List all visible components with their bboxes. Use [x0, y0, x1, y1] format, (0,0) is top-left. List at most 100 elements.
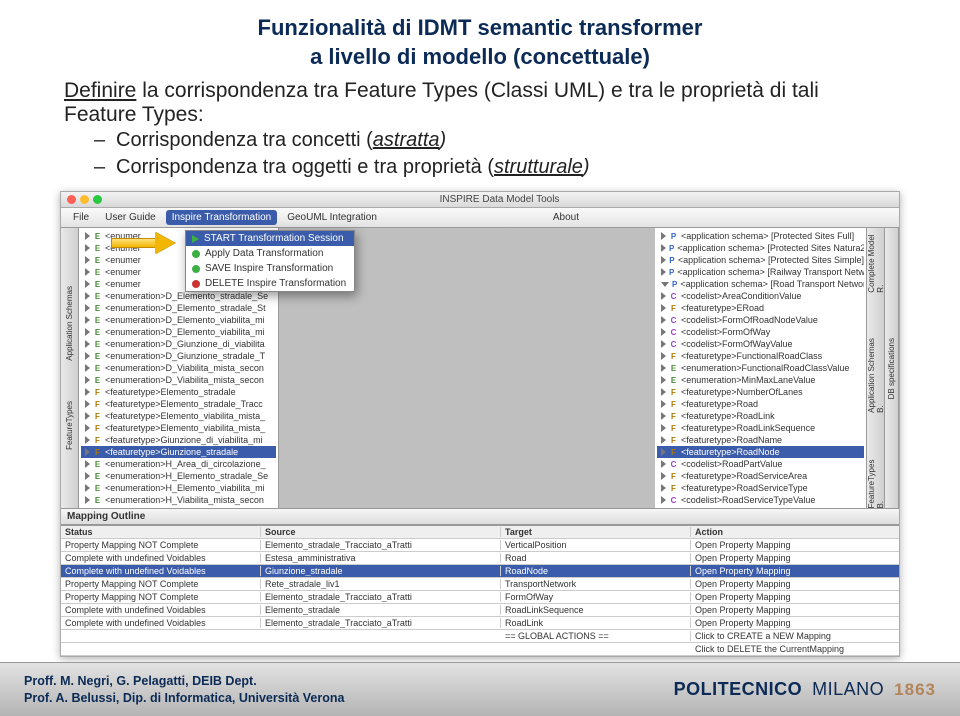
tree-row[interactable]: E<enumeration>D_Elemento_viabilita_mi — [81, 326, 276, 338]
tree-row[interactable]: F<featuretype>FunctionalRoadClass — [657, 350, 864, 362]
tree-row[interactable]: P<application schema> [Protected Sites N… — [657, 242, 864, 254]
tree-row[interactable]: F<featuretype>Elemento_stradale — [81, 386, 276, 398]
dd-start-session[interactable]: START Transformation Session — [186, 231, 354, 246]
tree-row[interactable]: E<enumeration>H_Viabilita_mista_secon — [81, 494, 276, 506]
expand-icon[interactable] — [85, 376, 90, 384]
tree-row[interactable]: E<enumeration>D_Giunzione_stradale_T — [81, 350, 276, 362]
tree-row[interactable]: C<codelist>FormOfRoadNodeValue — [657, 314, 864, 326]
tree-row[interactable]: E<enumeration>D_Giunzione_di_viabilita — [81, 338, 276, 350]
expand-icon[interactable] — [661, 364, 666, 372]
expand-icon[interactable] — [85, 472, 90, 480]
expand-icon[interactable] — [661, 484, 666, 492]
tree-row[interactable]: F<featuretype>Elemento_stradale_Tracc — [81, 398, 276, 410]
tree-row[interactable]: E<enumeration>D_Viabilita_mista_secon — [81, 362, 276, 374]
dd-delete[interactable]: DELETE Inspire Transformation — [186, 276, 354, 291]
tree-row[interactable]: E<enumeration>D_Viabilita_mista_secon — [81, 374, 276, 386]
table-row[interactable]: Complete with undefined VoidablesGiunzio… — [61, 565, 899, 578]
expand-icon[interactable] — [85, 496, 90, 504]
expand-icon[interactable] — [661, 472, 666, 480]
expand-icon[interactable] — [85, 280, 90, 288]
expand-icon[interactable] — [661, 316, 666, 324]
table-row[interactable]: Property Mapping NOT CompleteElemento_st… — [61, 539, 899, 552]
expand-icon[interactable] — [85, 328, 90, 336]
table-row[interactable]: Property Mapping NOT CompleteElemento_st… — [61, 591, 899, 604]
expand-icon[interactable] — [661, 496, 666, 504]
tree-row[interactable]: P<application schema> [Railway Transport… — [657, 266, 864, 278]
tree-row[interactable]: F<featuretype>Elemento_viabilita_mista_ — [81, 410, 276, 422]
minimize-icon[interactable] — [80, 195, 89, 204]
tree-row[interactable]: C<codelist>RoadPartValue — [657, 458, 864, 470]
expand-icon[interactable] — [85, 400, 90, 408]
expand-icon[interactable] — [85, 268, 90, 276]
tree-row[interactable]: F<featuretype>RoadNode — [657, 446, 864, 458]
expand-icon[interactable] — [661, 448, 666, 456]
tree-row[interactable]: E<enumeration>FunctionalRoadClassValue — [657, 362, 864, 374]
expand-icon[interactable] — [661, 436, 666, 444]
dd-apply[interactable]: Apply Data Transformation — [186, 246, 354, 261]
menu-geouml-integration[interactable]: GeoUML Integration — [281, 210, 383, 225]
expand-icon[interactable] — [661, 340, 666, 348]
expand-icon[interactable] — [661, 282, 669, 287]
expand-icon[interactable] — [85, 424, 90, 432]
tree-row[interactable]: F<featuretype>RoadServiceArea — [657, 470, 864, 482]
tree-row[interactable]: E<enumeration>D_Elemento_stradale_St — [81, 302, 276, 314]
expand-icon[interactable] — [661, 424, 666, 432]
expand-icon[interactable] — [661, 268, 666, 276]
expand-icon[interactable] — [85, 292, 90, 300]
tree-row[interactable]: C<codelist>FormOfWay — [657, 326, 864, 338]
expand-icon[interactable] — [85, 340, 90, 348]
expand-icon[interactable] — [85, 244, 90, 252]
expand-icon[interactable] — [661, 460, 666, 468]
expand-icon[interactable] — [661, 256, 666, 264]
expand-icon[interactable] — [85, 412, 90, 420]
menu-about[interactable]: About — [547, 210, 585, 225]
tree-row[interactable]: F<featuretype>Giunzione_stradale — [81, 446, 276, 458]
menu-inspire-transformation[interactable]: Inspire Transformation — [166, 210, 278, 225]
expand-icon[interactable] — [661, 304, 666, 312]
expand-icon[interactable] — [661, 244, 666, 252]
vtab-complete-model[interactable]: Complete Model R. — [867, 228, 885, 293]
expand-icon[interactable] — [85, 364, 90, 372]
expand-icon[interactable] — [661, 328, 666, 336]
close-icon[interactable] — [67, 195, 76, 204]
tree-row[interactable]: C<codelist>RoadServiceTypeValue — [657, 494, 864, 506]
tree-row[interactable]: F<featuretype>RoadLink — [657, 410, 864, 422]
zoom-icon[interactable] — [93, 195, 102, 204]
tree-row[interactable]: P<application schema> [Road Transport Ne… — [657, 278, 864, 290]
expand-icon[interactable] — [85, 484, 90, 492]
menu-user-guide[interactable]: User Guide — [99, 210, 162, 225]
expand-icon[interactable] — [85, 232, 90, 240]
expand-icon[interactable] — [661, 400, 666, 408]
tree-row[interactable]: P<application schema> [Protected Sites F… — [657, 230, 864, 242]
tree-row[interactable]: E<enumeration>H_Elemento_stradale_Se — [81, 470, 276, 482]
table-row[interactable]: Complete with undefined VoidablesEstesa_… — [61, 552, 899, 565]
dd-save[interactable]: SAVE Inspire Transformation — [186, 261, 354, 276]
tree-row[interactable]: E<enumeration>H_Elemento_viabilita_mi — [81, 482, 276, 494]
tree-row[interactable]: E<enumeration>H_Area_di_circolazione_ — [81, 458, 276, 470]
expand-icon[interactable] — [661, 412, 666, 420]
expand-icon[interactable] — [661, 292, 666, 300]
tree-row[interactable]: F<featuretype>RoadLinkSequence — [657, 422, 864, 434]
expand-icon[interactable] — [85, 448, 90, 456]
tree-row[interactable]: F<featuretype>Rete_della_viabilita_mist — [81, 506, 276, 508]
table-row[interactable]: Complete with undefined VoidablesElement… — [61, 604, 899, 617]
expand-icon[interactable] — [85, 436, 90, 444]
expand-icon[interactable] — [85, 316, 90, 324]
tree-row[interactable]: C<codelist>AreaConditionValue — [657, 290, 864, 302]
expand-icon[interactable] — [661, 376, 666, 384]
expand-icon[interactable] — [661, 388, 666, 396]
tree-row[interactable]: P<application schema> [Protected Sites S… — [657, 254, 864, 266]
tree-row[interactable]: E<enumeration>D_Elemento_viabilita_mi — [81, 314, 276, 326]
tree-row[interactable]: C<codelist>FormOfWayValue — [657, 338, 864, 350]
table-row[interactable]: Click to DELETE the CurrentMapping — [61, 643, 899, 656]
vtab-featuretypes-b[interactable]: FeatureTypes B. — [867, 453, 885, 508]
tree-row[interactable]: F<featuretype>Road — [657, 398, 864, 410]
vtab-application-schemas[interactable]: Application Schemas — [65, 286, 74, 361]
expand-icon[interactable] — [85, 304, 90, 312]
expand-icon[interactable] — [85, 388, 90, 396]
vtab-db-specifications[interactable]: DB specifications — [887, 338, 896, 399]
tree-row[interactable]: F<featuretype>RoadName — [657, 434, 864, 446]
expand-icon[interactable] — [661, 352, 666, 360]
vtab-featuretypes[interactable]: FeatureTypes — [65, 401, 74, 450]
expand-icon[interactable] — [661, 232, 666, 240]
